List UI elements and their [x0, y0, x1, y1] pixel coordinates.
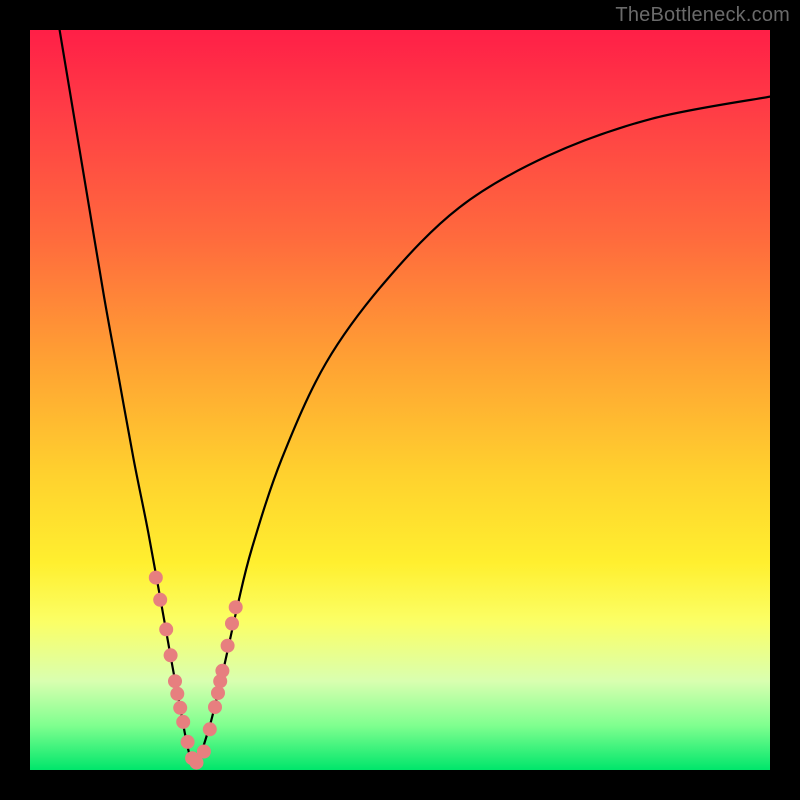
highlight-dot	[211, 686, 225, 700]
highlight-dot	[168, 674, 182, 688]
watermark-text: TheBottleneck.com	[615, 4, 790, 27]
highlight-dot	[225, 617, 239, 631]
outer-frame: TheBottleneck.com	[0, 0, 800, 800]
highlight-dot	[221, 639, 235, 653]
highlight-dot	[203, 722, 217, 736]
highlight-dot	[159, 622, 173, 636]
highlight-dot	[229, 600, 243, 614]
highlight-dots-group	[149, 571, 243, 770]
highlight-dot	[173, 701, 187, 715]
highlight-dot	[149, 571, 163, 585]
highlight-dot	[215, 664, 229, 678]
highlight-dot	[164, 648, 178, 662]
plot-area	[30, 30, 770, 770]
highlight-dot	[170, 687, 184, 701]
chart-svg	[30, 30, 770, 770]
highlight-dot	[153, 593, 167, 607]
highlight-dot	[181, 735, 195, 749]
highlight-dot	[176, 715, 190, 729]
highlight-dot	[208, 700, 222, 714]
highlight-dot	[197, 745, 211, 759]
